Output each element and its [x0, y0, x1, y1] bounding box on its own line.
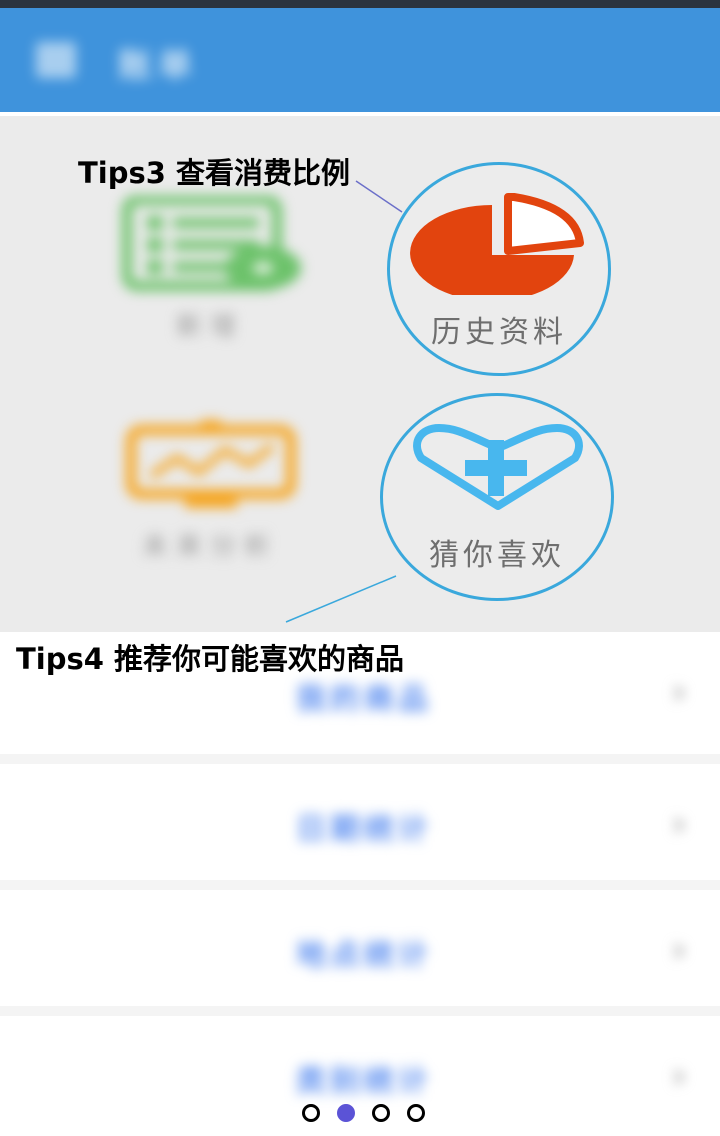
tip-connector-lines: [285, 180, 403, 623]
page-dot[interactable]: [407, 1104, 425, 1122]
tip3-callout: Tips3 查看消费比例: [78, 156, 351, 190]
tile-guess-you-like-label: 猜你喜欢: [429, 538, 565, 573]
list-item-label: 类别统计: [296, 1064, 432, 1099]
tip4-callout: Tips4 推荐你可能喜欢的商品: [16, 642, 405, 676]
page-dot-active[interactable]: [337, 1104, 355, 1122]
list-item[interactable]: 地点统计 ›: [0, 890, 720, 1008]
list-item-label: 地点统计: [296, 938, 432, 973]
status-bar: [0, 0, 720, 8]
chevron-right-icon: ›: [672, 1056, 687, 1096]
list-item-label: 我的商品: [296, 682, 432, 717]
menu-icon[interactable]: [36, 42, 76, 78]
spreadsheet-add-icon: [122, 195, 301, 291]
app-bar: 账单: [0, 8, 720, 112]
heart-plus-icon: [413, 424, 583, 510]
tile-history[interactable]: 历史资料: [387, 162, 611, 376]
function-grid: 新增 未来分析 历史资料 猜你喜欢: [0, 116, 720, 632]
app-bar-title: 账单: [118, 46, 198, 86]
tile-future-analysis-label: 未来分析: [141, 532, 278, 562]
tile-future-analysis[interactable]: 未来分析: [110, 416, 310, 563]
chevron-right-icon: ›: [672, 930, 687, 970]
trend-chart-icon: [126, 420, 296, 508]
tile-guess-you-like[interactable]: 猜你喜欢: [380, 393, 614, 601]
list-item[interactable]: 类别统计 ›: [0, 1016, 720, 1134]
tile-history-label: 历史资料: [431, 315, 567, 350]
pie-chart-icon: [410, 193, 584, 295]
list-divider: [0, 1006, 720, 1016]
list-divider: [0, 880, 720, 890]
tip3-connector: [355, 180, 403, 213]
tile-add[interactable]: 新增: [110, 195, 310, 343]
tile-add-label: 新增: [175, 312, 244, 342]
page-dot[interactable]: [302, 1104, 320, 1122]
tip4-connector: [285, 575, 397, 623]
list-divider: [0, 754, 720, 764]
list-item[interactable]: 日期统计 ›: [0, 764, 720, 882]
chevron-right-icon: ›: [672, 804, 687, 844]
list-item-label: 日期统计: [296, 812, 432, 847]
chevron-right-icon: ›: [672, 672, 687, 712]
page-dot[interactable]: [372, 1104, 390, 1122]
